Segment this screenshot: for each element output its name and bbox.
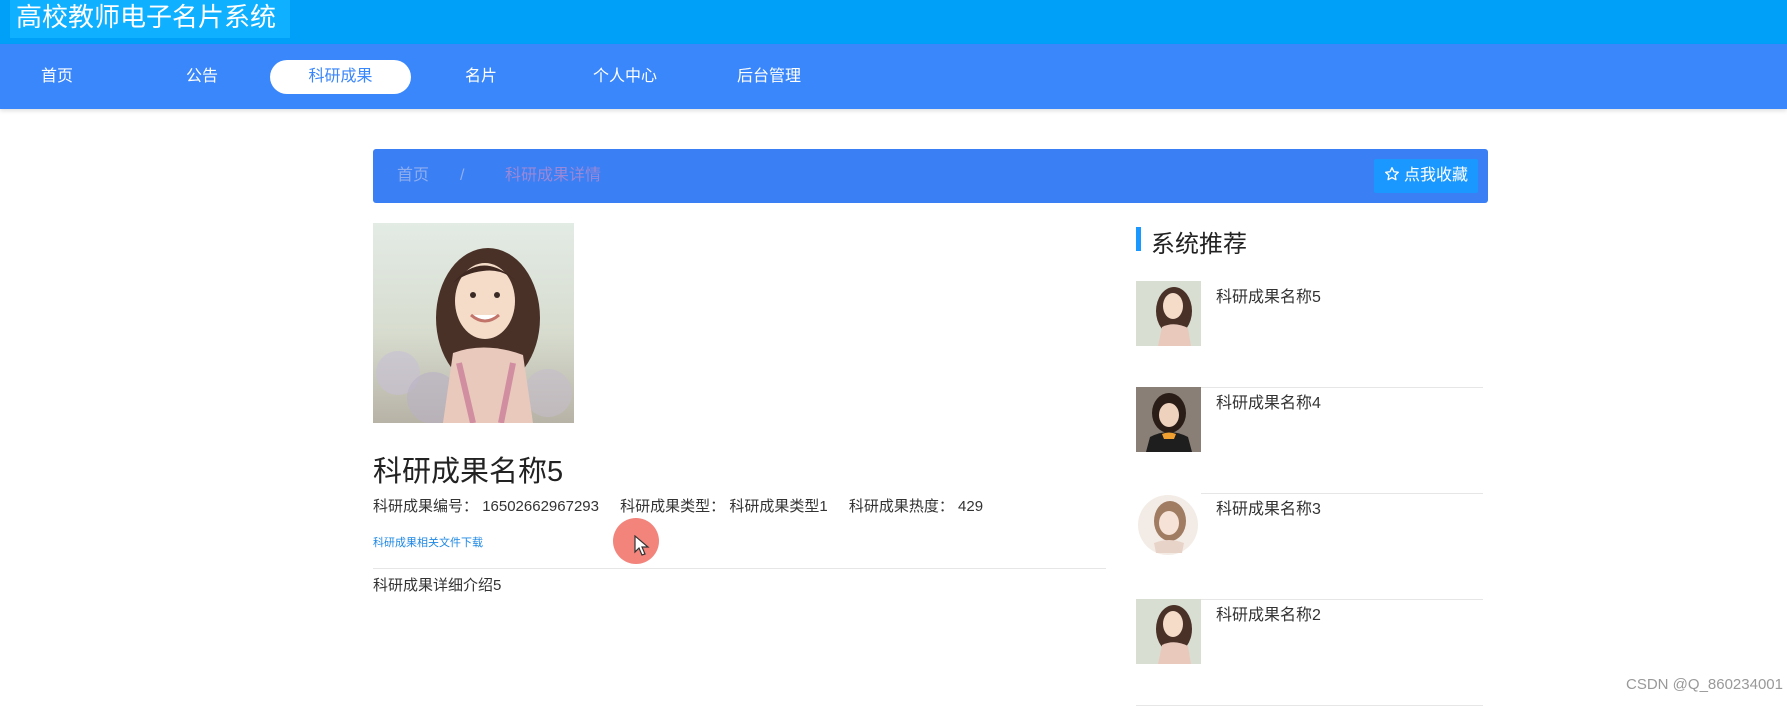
recommend-title: 系统推荐 [1151, 231, 1247, 258]
recommend-item[interactable]: 科研成果名称5 [1136, 281, 1488, 388]
recommend-name: 科研成果名称4 [1216, 395, 1321, 412]
watermark: CSDN @Q_860234001 [1626, 676, 1783, 693]
star-outline-icon [1384, 167, 1399, 181]
type-value: 科研成果类型1 [729, 498, 828, 515]
main-nav: 首页 公告 科研成果 名片 个人中心 后台管理 [0, 44, 1787, 109]
portrait-thumb [1136, 599, 1201, 664]
recommend-item[interactable]: 科研成果名称4 [1136, 387, 1488, 494]
recommend-title-accent [1136, 227, 1141, 251]
recommend-thumb [1136, 281, 1201, 346]
research-meta: 科研成果编号： 16502662967293 科研成果类型： 科研成果类型1 科… [373, 495, 983, 516]
type-label: 科研成果类型： [620, 498, 726, 515]
recommend-item[interactable]: 科研成果名称2 [1136, 599, 1488, 706]
favorite-button[interactable]: 点我收藏 [1373, 159, 1478, 193]
research-intro: 科研成果详细介绍5 [373, 577, 502, 594]
nav-profile[interactable]: 个人中心 [585, 60, 665, 94]
download-link[interactable]: 科研成果相关文件下载 [373, 534, 483, 550]
breadcrumb-home[interactable]: 首页 [397, 149, 429, 203]
nav-admin[interactable]: 后台管理 [729, 60, 809, 94]
divider [373, 568, 1106, 569]
recommend-name: 科研成果名称2 [1216, 607, 1321, 624]
research-image [373, 223, 574, 423]
recommend-thumb [1136, 387, 1201, 452]
portrait-thumb [1136, 281, 1201, 346]
research-title: 科研成果名称5 [373, 456, 564, 488]
recommend-item[interactable]: 科研成果名称3 [1136, 493, 1488, 600]
mouse-cursor-icon [634, 535, 650, 556]
recommend-name: 科研成果名称5 [1216, 289, 1321, 306]
breadcrumb-current: 科研成果详情 [505, 167, 602, 184]
top-header: 高校教师电子名片系统 [0, 0, 1787, 44]
nav-notice[interactable]: 公告 [165, 60, 239, 94]
number-value: 16502662967293 [482, 498, 599, 515]
number-label: 科研成果编号： [373, 498, 479, 515]
recommend-name: 科研成果名称3 [1216, 501, 1321, 518]
site-title: 高校教师电子名片系统 [10, 0, 291, 38]
nav-research[interactable]: 科研成果 [270, 60, 411, 94]
favorite-label: 点我收藏 [1403, 167, 1468, 184]
breadcrumb-separator: / [460, 167, 465, 184]
portrait-thumb [1136, 493, 1201, 558]
nav-card[interactable]: 名片 [444, 60, 518, 94]
heat-value: 429 [958, 498, 984, 515]
nav-home[interactable]: 首页 [20, 60, 94, 94]
recommend-thumb [1136, 599, 1201, 664]
portrait-photo [373, 223, 574, 423]
recommend-thumb [1136, 493, 1201, 558]
breadcrumb: 首页 / 科研成果详情 点我收藏 [373, 149, 1488, 203]
portrait-thumb [1136, 387, 1201, 452]
heat-label: 科研成果热度： [848, 498, 954, 515]
